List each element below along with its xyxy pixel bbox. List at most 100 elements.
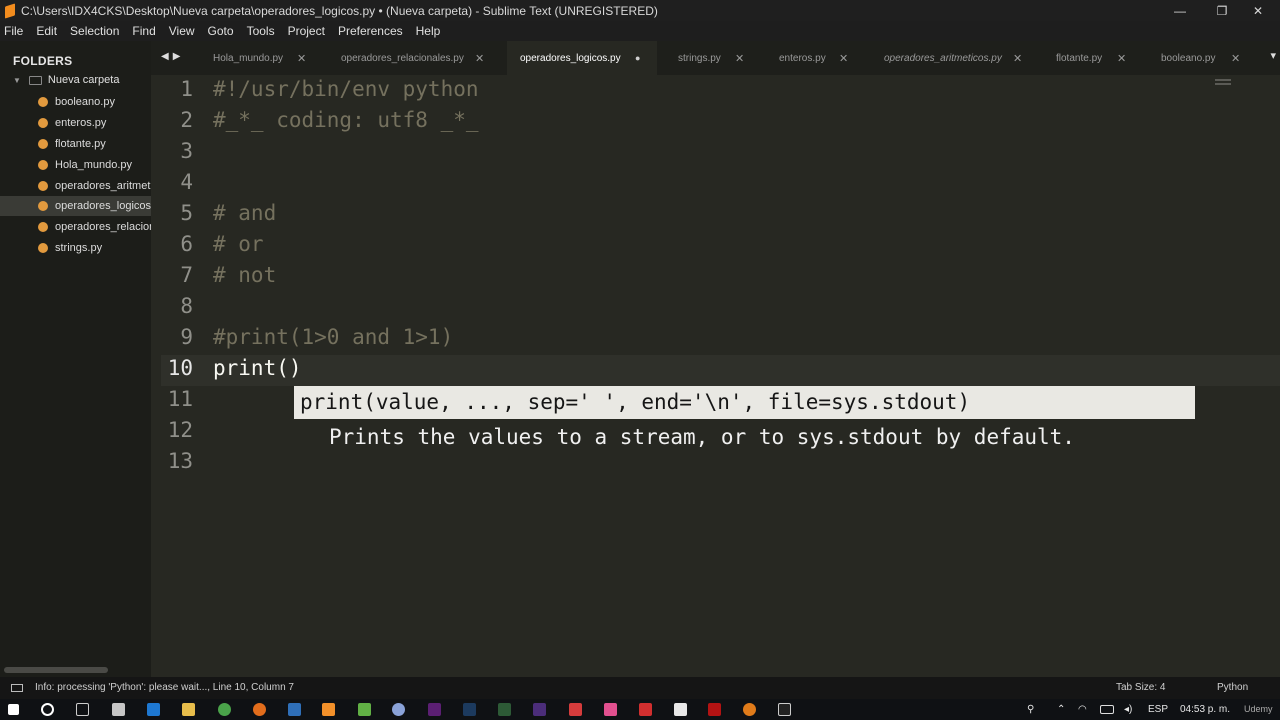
expand-triangle-icon[interactable]: ▼ [13,76,21,85]
tab-close-icon[interactable]: ✕ [1013,52,1022,65]
tab-close-icon[interactable]: ✕ [735,52,744,65]
app-icon[interactable] [708,703,721,716]
line-number: 1 [180,77,193,101]
sublime-text-icon[interactable] [322,703,335,716]
filezilla-icon[interactable] [639,703,652,716]
volume-icon[interactable]: ◂) [1124,704,1132,715]
battery-icon[interactable] [1100,705,1114,714]
python-file-icon [38,243,48,253]
sidebar-file[interactable]: operadores_relacionales.py [0,217,151,237]
menu-find[interactable]: Find [132,24,155,38]
tab-close-icon[interactable]: ✕ [1117,52,1126,65]
app-icon[interactable] [288,703,301,716]
tab-label: operadores_aritmeticos.py [884,52,1002,64]
sidebar-file[interactable]: operadores_aritmeticos.py [0,176,151,196]
tab-label: Hola_mundo.py [213,52,284,64]
after-effects-icon[interactable] [533,703,546,716]
line-number: 8 [180,294,193,318]
tab-enteros[interactable]: enteros.py ✕ [765,41,855,75]
tab-close-icon[interactable]: ✕ [475,52,484,65]
task-view-icon[interactable] [76,703,89,716]
code-line[interactable]: #!/usr/bin/env python [213,74,479,105]
app-icon[interactable] [498,703,511,716]
line-number: 3 [180,139,193,163]
tab-strings[interactable]: strings.py ✕ [665,41,755,75]
terminal-icon[interactable] [778,703,791,716]
tab-booleano[interactable]: booleano.py ✕ [1147,41,1247,75]
photoshop-icon[interactable] [463,703,476,716]
tray-chevron-icon[interactable]: ⌃ [1057,704,1065,715]
menu-edit[interactable]: Edit [36,24,57,38]
menu-project[interactable]: Project [288,24,325,38]
clock[interactable]: 04:53 p. m. [1180,704,1230,715]
menu-selection[interactable]: Selection [70,24,119,38]
premiere-icon[interactable] [428,703,441,716]
menu-view[interactable]: View [169,24,195,38]
mail-icon[interactable] [674,703,687,716]
sidebar: FOLDERS ▼ Nueva carpeta booleano.py ente… [0,41,151,677]
sidebar-horizontal-scrollbar[interactable] [4,667,108,673]
sidebar-file-active[interactable]: operadores_logicos.py [0,196,151,216]
store-icon[interactable] [112,703,125,716]
search-icon[interactable] [41,703,54,716]
file-label: Hola_mundo.py [55,159,133,171]
code-line[interactable]: print() [213,353,302,384]
tab-size-indicator[interactable]: Tab Size: 4 [1116,682,1165,693]
panel-toggle-icon[interactable] [11,684,23,692]
edge-icon[interactable] [147,703,160,716]
menu-file[interactable]: File [4,24,23,38]
sidebar-file[interactable]: enteros.py [0,113,151,133]
app-icon[interactable] [358,703,371,716]
folder-label: Nueva carpeta [47,74,120,86]
code-editor[interactable]: 1 2 3 4 5 6 7 8 9 10 11 12 13 #!/usr/bin/env python #… [151,75,1280,677]
folder-icon [28,75,42,85]
folders-heading: FOLDERS [13,54,73,68]
minimap[interactable] [1215,79,1231,87]
tab-nav-arrows-icon[interactable]: ◀▶ [161,51,184,62]
menu-preferences[interactable]: Preferences [338,24,403,38]
app-icon[interactable] [743,703,756,716]
python-file-icon [38,181,48,191]
code-line[interactable]: # not [213,260,276,291]
syntax-indicator[interactable]: Python [1217,682,1248,693]
status-bar: Info: processing 'Python': please wait..… [0,677,1280,699]
menu-goto[interactable]: Goto [208,24,234,38]
app-icon[interactable] [569,703,582,716]
tab-close-icon[interactable]: ✕ [297,52,306,65]
people-icon[interactable]: ⚲ [1027,704,1034,715]
folder-nueva-carpeta[interactable]: ▼ Nueva carpeta [13,74,119,86]
tab-label: strings.py [678,52,721,64]
code-line[interactable]: #_*_ coding: utf8 _*_ [213,105,479,136]
app-icon[interactable] [392,703,405,716]
sidebar-file[interactable]: Hola_mundo.py [0,155,151,175]
menu-tools[interactable]: Tools [247,24,275,38]
close-button[interactable]: ✕ [1236,0,1280,21]
current-line-highlight [161,355,1280,386]
tab-close-icon[interactable]: ✕ [1231,52,1240,65]
tab-unsaved-dot-icon[interactable]: ● [635,53,640,63]
sidebar-file[interactable]: booleano.py [0,92,151,112]
firefox-icon[interactable] [253,703,266,716]
tab-close-icon[interactable]: ✕ [839,52,848,65]
tab-flotante[interactable]: flotante.py ✕ [1043,41,1133,75]
sidebar-file[interactable]: flotante.py [0,134,151,154]
minimize-button[interactable]: — [1158,0,1202,21]
code-line[interactable]: # and [213,198,276,229]
windows-start-icon[interactable] [8,704,19,715]
tab-operadores-logicos[interactable]: operadores_logicos.py ● [507,41,657,75]
language-indicator[interactable]: ESP [1148,704,1168,715]
sidebar-file[interactable]: strings.py [0,238,151,258]
wifi-icon[interactable]: ◠ [1078,704,1087,715]
menu-help[interactable]: Help [416,24,441,38]
tab-operadores-relacionales[interactable]: operadores_relacionales.py ✕ [329,41,489,75]
function-signature: print(value, ..., sep=' ', end='\n', fil… [294,386,1195,419]
app-icon[interactable] [604,703,617,716]
tab-label: operadores_logicos.py [520,52,621,64]
tab-hola-mundo[interactable]: Hola_mundo.py ✕ [201,41,321,75]
code-line[interactable]: # or [213,229,264,260]
tab-list-chevron-icon[interactable]: ▾ [1270,49,1276,62]
file-explorer-icon[interactable] [182,703,195,716]
chrome-icon[interactable] [218,703,231,716]
tab-operadores-aritmeticos[interactable]: operadores_aritmeticos.py ✕ [869,41,1029,75]
code-line[interactable]: #print(1>0 and 1>1) [213,322,453,353]
